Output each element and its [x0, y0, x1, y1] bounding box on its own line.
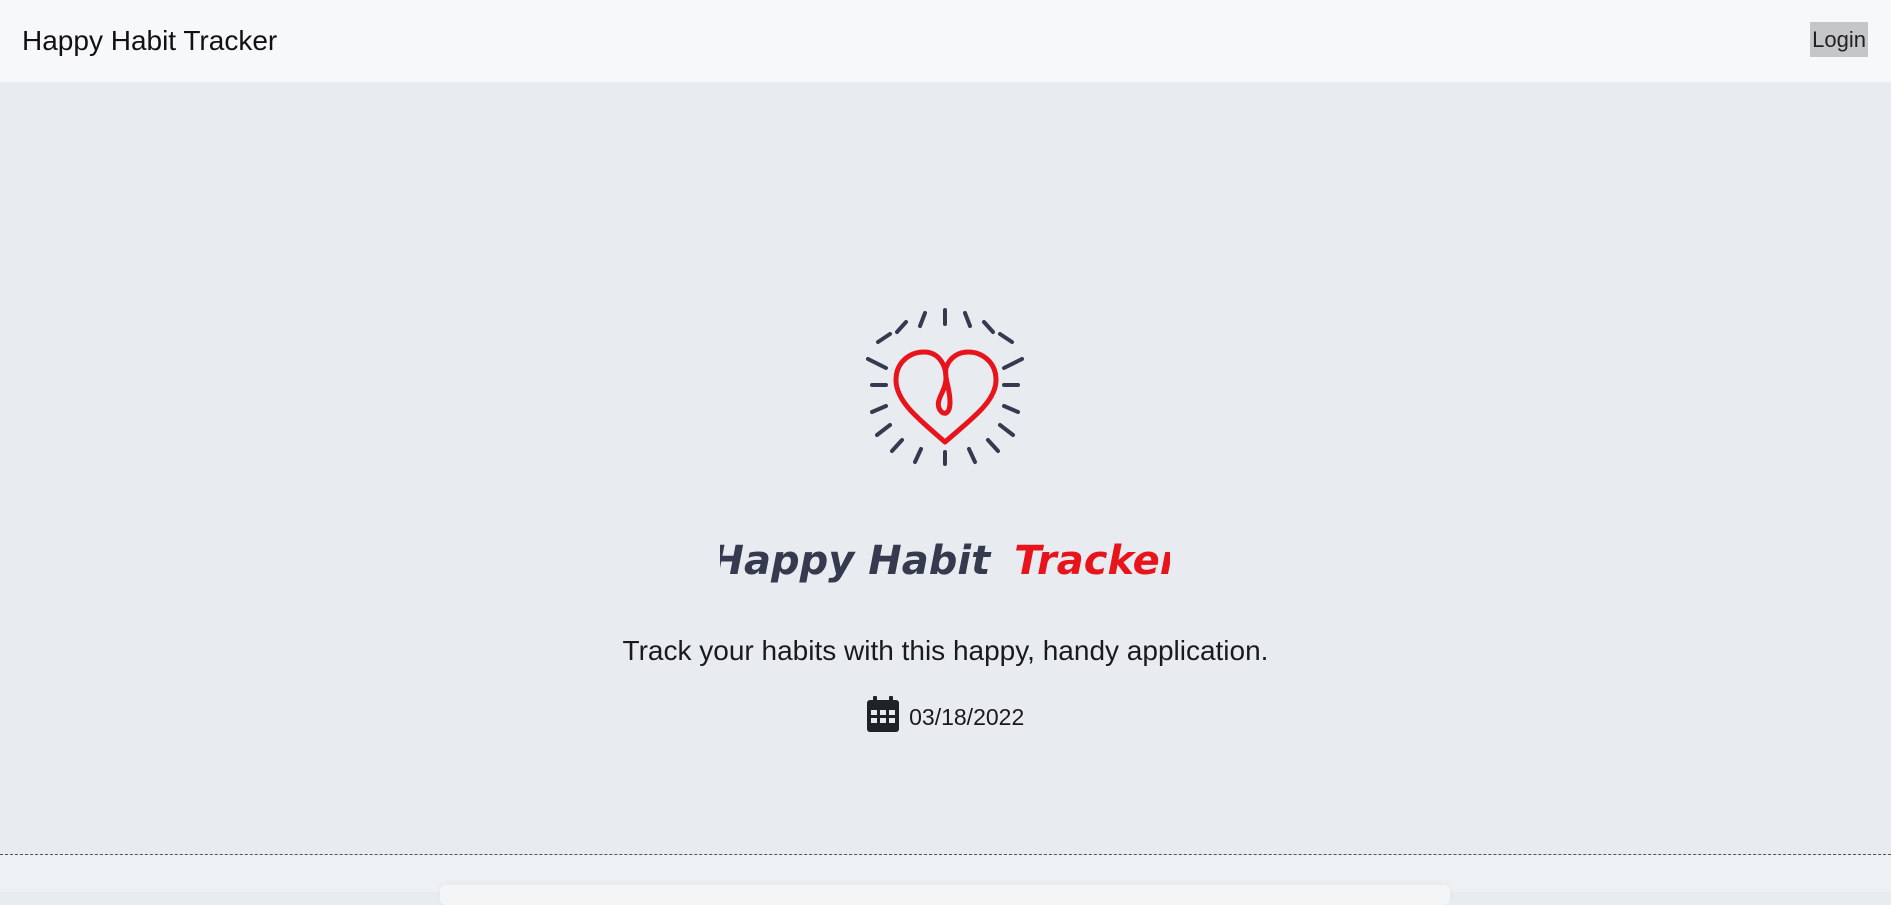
tagline: Track your habits with this happy, handy…: [622, 635, 1269, 666]
logo-text: Happy Habit Tracker: [720, 538, 1170, 584]
footer-section: [0, 855, 1891, 905]
date-display: 03/18/2022: [0, 695, 1891, 736]
logo-text-dark: Happy Habit: [720, 538, 992, 584]
login-button[interactable]: Login: [1810, 22, 1868, 57]
navbar: Happy Habit Tracker Login: [0, 0, 1891, 82]
main-content: Happy Habit Tracker: [0, 82, 1891, 854]
calendar-icon: [866, 695, 899, 732]
logo-text-accent: Tracker: [1014, 538, 1170, 584]
date-text: 03/18/2022: [909, 703, 1025, 730]
footer-card: [440, 885, 1450, 905]
brand-link[interactable]: Happy Habit Tracker: [22, 22, 277, 60]
heart-icon: [893, 349, 999, 445]
app-logo: Happy Habit Tracker: [720, 308, 1170, 584]
